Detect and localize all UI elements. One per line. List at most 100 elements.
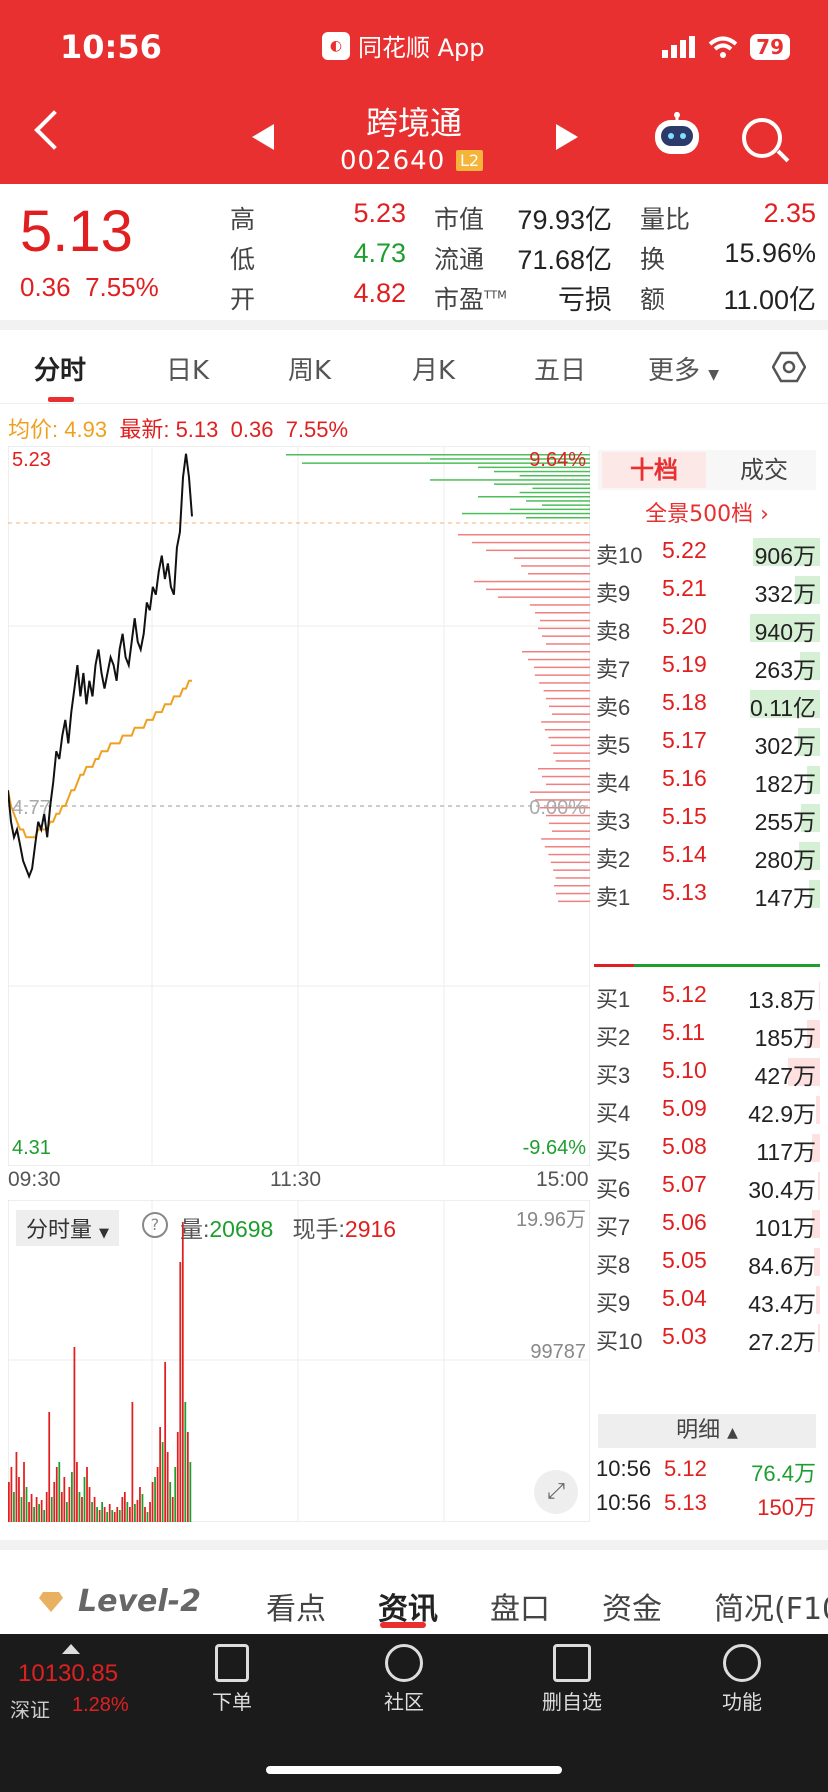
detail-header[interactable]: 明细 ▲ — [598, 1414, 816, 1448]
open-label: 开 — [230, 285, 256, 314]
ask-level-row[interactable]: 卖3 5.15 255万 — [594, 798, 820, 836]
tab-more[interactable]: 更多 ▼ — [648, 350, 719, 387]
volume-bar — [25, 1487, 28, 1522]
ask-level-row[interactable]: 卖6 5.18 0.11亿 — [594, 684, 820, 722]
volume-bar — [169, 1482, 172, 1522]
ask-level-row[interactable]: 卖8 5.20 940万 — [594, 608, 820, 646]
pe-label-text: 市盈 — [434, 285, 485, 314]
vol-label: 量: — [180, 1216, 210, 1242]
nav-place-order[interactable]: 下单 — [172, 1644, 292, 1715]
y-mid-label: 4.77 — [12, 797, 51, 819]
volume-bar — [126, 1502, 129, 1522]
nav-functions[interactable]: 功能 — [682, 1644, 802, 1715]
tab-trades[interactable]: 成交 — [712, 452, 816, 488]
vol-mid-label: 99787 — [530, 1341, 586, 1363]
volume-bar — [134, 1504, 136, 1522]
ask-level-row[interactable]: 卖2 5.14 280万 — [594, 836, 820, 874]
tab-orderbook[interactable]: 盘口 — [490, 1584, 550, 1628]
bid-level-row[interactable]: 买4 5.09 42.9万 — [594, 1090, 820, 1128]
home-indicator[interactable] — [266, 1766, 562, 1774]
next-stock-icon[interactable] — [556, 124, 578, 150]
depth-ask-bar — [526, 517, 590, 519]
bid-level-row[interactable]: 买10 5.03 27.2万 — [594, 1318, 820, 1356]
depth-bid-bar — [546, 643, 590, 645]
ask-level-row[interactable]: 卖7 5.19 263万 — [594, 646, 820, 684]
bid-level-row[interactable]: 买5 5.08 117万 — [594, 1128, 820, 1166]
ask-level-volume: 940万 — [754, 619, 816, 645]
nav-remove-watchlist[interactable]: 删自选 — [512, 1644, 632, 1715]
ask-level-volume: 280万 — [754, 847, 816, 873]
ask-level-price: 5.16 — [662, 765, 707, 791]
robot-assistant-icon[interactable] — [652, 112, 702, 156]
search-icon[interactable] — [742, 118, 782, 158]
tab-weekly-k[interactable]: 周K — [288, 350, 331, 387]
depth-bid-bar — [514, 557, 590, 559]
tab-intraday[interactable]: 分时 — [34, 350, 86, 387]
bid-level-row[interactable]: 买9 5.04 43.4万 — [594, 1280, 820, 1318]
volume-bar — [8, 1482, 10, 1522]
bid-volume-bar — [816, 1286, 820, 1314]
volume-selector[interactable]: 分时量 ▼ — [16, 1210, 120, 1246]
depth-bid-bar — [548, 853, 590, 856]
tab-funds[interactable]: 资金 — [602, 1584, 662, 1628]
tab-ten-levels[interactable]: 十档 — [602, 452, 706, 488]
bid-level-price: 5.06 — [662, 1209, 707, 1235]
ask-level-row[interactable]: 卖10 5.22 906万 — [594, 532, 820, 570]
tab-monthly-k[interactable]: 月K — [412, 350, 455, 387]
app-name: 同花顺 App — [358, 34, 485, 62]
ask-level-row[interactable]: 卖5 5.17 302万 — [594, 722, 820, 760]
ask-level-row[interactable]: 卖4 5.16 182万 — [594, 760, 820, 798]
tab-highlights[interactable]: 看点 — [266, 1584, 326, 1628]
volume-bar — [78, 1492, 81, 1522]
bid-level-row[interactable]: 买6 5.07 30.4万 — [594, 1166, 820, 1204]
expand-icon[interactable]: ⤢ — [534, 1470, 578, 1514]
tab-five-day[interactable]: 五日 — [534, 350, 586, 387]
tab-profile[interactable]: 简况(F10 — [714, 1584, 828, 1628]
trade-vol: 150万 — [757, 1495, 816, 1520]
tab-daily-k[interactable]: 日K — [166, 350, 209, 387]
volume-bar — [98, 1510, 101, 1522]
expand-up-icon[interactable] — [62, 1644, 80, 1654]
depth-bid-bar — [474, 580, 590, 583]
price-change: 0.36 7.55% — [20, 272, 159, 303]
diamond-icon — [39, 1591, 63, 1612]
panorama-500-link[interactable]: 全景500档 › — [594, 496, 820, 528]
volume-bar — [15, 1452, 18, 1522]
y-high-label: 5.23 — [12, 449, 51, 471]
latest-change-pct: 7.55% — [285, 417, 349, 442]
bid-level-volume: 13.8万 — [748, 987, 816, 1013]
high-value: 5.23 — [353, 198, 406, 228]
bid-level-row[interactable]: 买7 5.06 101万 — [594, 1204, 820, 1242]
bid-level-row[interactable]: 买3 5.10 427万 — [594, 1052, 820, 1090]
tab-level2[interactable]: Level-2 — [38, 1584, 201, 1619]
index-value[interactable]: 10130.85 — [18, 1660, 118, 1688]
depth-bid-bar — [521, 565, 590, 567]
tab-level2-label: Level-2 — [78, 1584, 201, 1619]
intraday-price-chart[interactable]: 5.23 4.31 4.77 9.64% 0.00% -9.64% — [8, 446, 590, 1166]
help-icon[interactable]: ? — [142, 1212, 168, 1238]
bid-level-row[interactable]: 买1 5.12 13.8万 — [594, 976, 820, 1014]
volume-bar — [123, 1492, 126, 1522]
bid-level-label: 买1 — [596, 987, 631, 1012]
volume-chart[interactable]: 19.96万 99787 — [8, 1200, 590, 1522]
bid-level-price: 5.03 — [662, 1323, 707, 1349]
caret-down-icon: ▼ — [99, 1226, 110, 1241]
bid-level-row[interactable]: 买8 5.05 84.6万 — [594, 1242, 820, 1280]
prev-stock-icon[interactable] — [252, 124, 274, 150]
ask-level-row[interactable]: 卖1 5.13 147万 — [594, 874, 820, 912]
depth-bid-bar — [540, 619, 590, 622]
depth-bid-bar — [544, 729, 590, 731]
volume-bar — [118, 1510, 121, 1522]
detail-label: 明细 — [676, 1418, 721, 1443]
bid-level-row[interactable]: 买2 5.11 185万 — [594, 1014, 820, 1052]
bottom-navbar: 10130.85 深证 1.28% 下单 社区 删自选 功能 — [0, 1634, 828, 1792]
ask-level-row[interactable]: 卖9 5.21 332万 — [594, 570, 820, 608]
volratio-label: 量比 — [640, 205, 691, 234]
ask-level-label: 卖4 — [596, 771, 631, 796]
back-arrow-icon[interactable] — [34, 110, 74, 150]
settings-icon[interactable] — [772, 350, 806, 384]
volume-bar — [166, 1452, 169, 1522]
turnover-value: 15.96% — [724, 238, 816, 268]
bid-level-label: 买5 — [596, 1139, 631, 1164]
nav-community[interactable]: 社区 — [344, 1644, 464, 1715]
